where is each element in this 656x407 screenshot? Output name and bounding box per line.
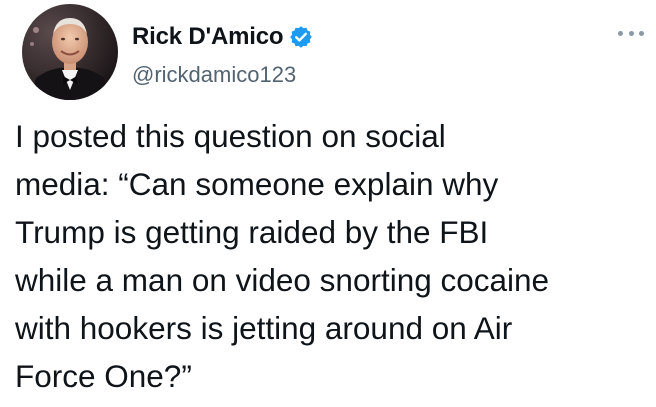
author-handle[interactable]: @rickdamico123 — [132, 62, 296, 88]
more-options-icon[interactable] — [618, 26, 644, 40]
more-dot — [639, 30, 644, 36]
avatar-photo-icon — [22, 4, 118, 100]
tweet-text-line: while a man on video snorting cocaine — [15, 262, 550, 298]
tweet-text-line: Trump is getting raided by the FBI — [15, 214, 489, 250]
author-name-row[interactable]: Rick D'Amico — [132, 23, 313, 51]
more-dot — [618, 30, 623, 36]
tweet-text-line: media: “Can someone explain why — [15, 166, 499, 202]
tweet-text-line: with hookers is jetting around on Air — [15, 310, 513, 346]
tweet-text-line: Force One?” — [15, 358, 192, 394]
tweet-text-line: I posted this question on social — [15, 118, 446, 154]
verified-badge-icon — [289, 25, 313, 49]
author-display-name[interactable]: Rick D'Amico — [132, 23, 284, 51]
tweet-card: Rick D'Amico @rickdamico123 I posted thi… — [0, 0, 656, 407]
author-avatar[interactable] — [22, 4, 118, 100]
tweet-text: I posted this question on social media: … — [15, 112, 645, 400]
more-dot — [628, 30, 634, 36]
